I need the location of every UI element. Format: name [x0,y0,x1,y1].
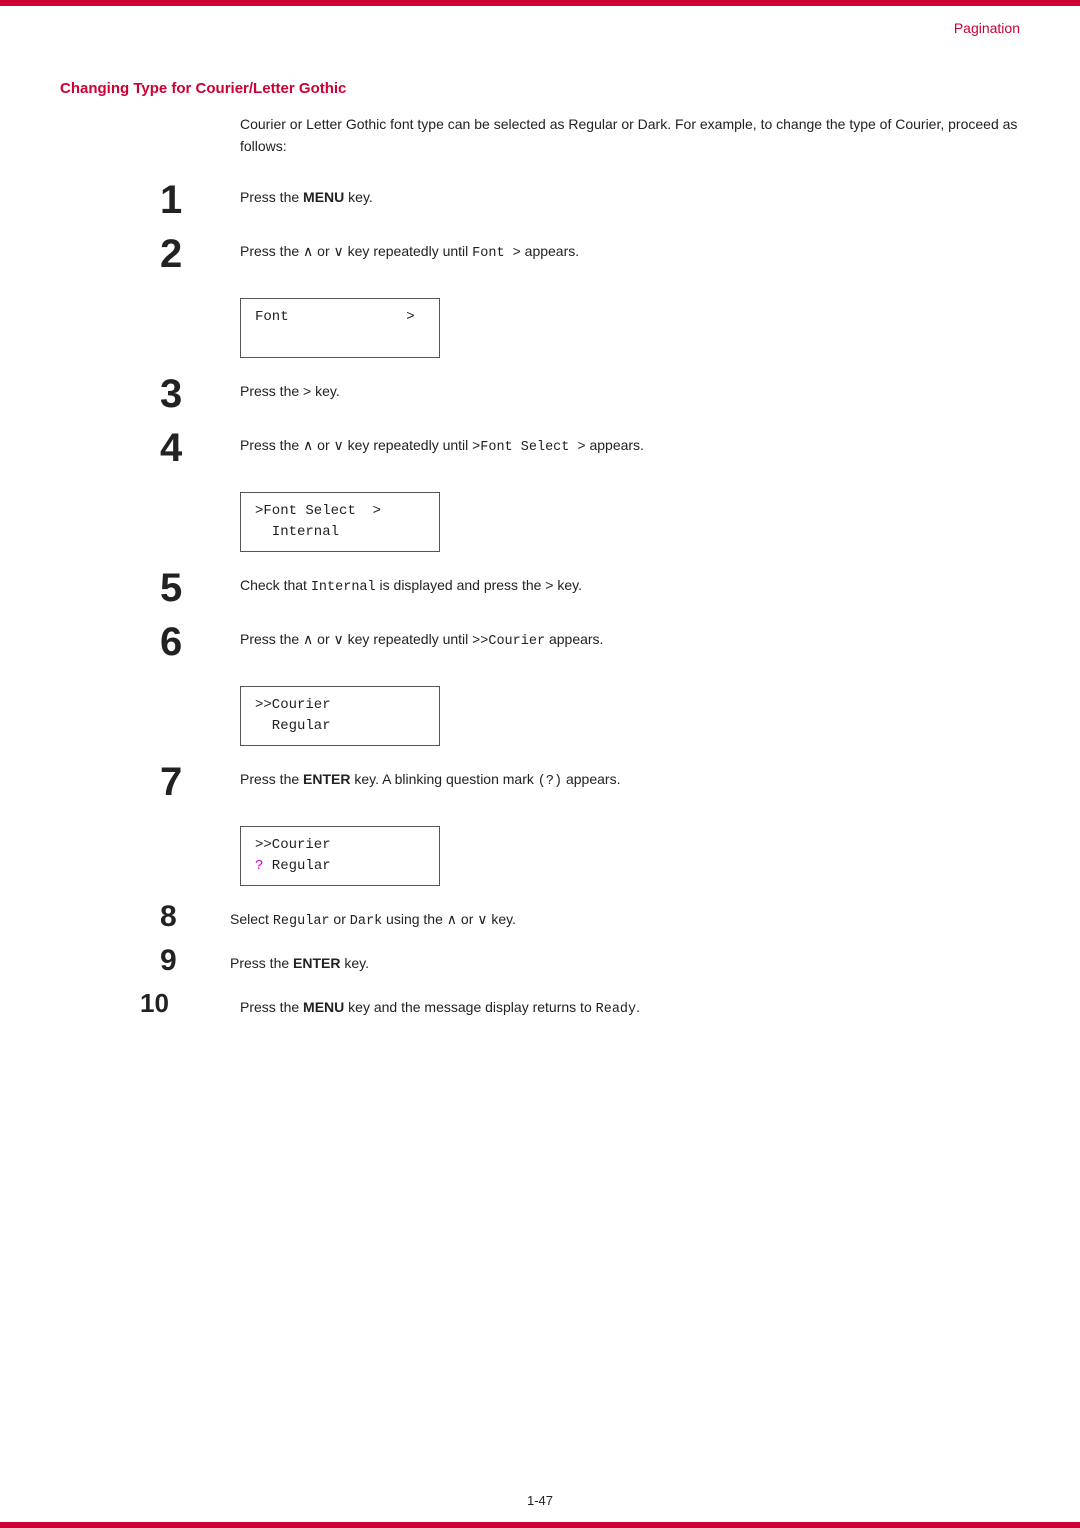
step-1-content: Press the MENU key. [240,180,1020,208]
step-9-number: 9 [160,946,210,976]
step-7-lcd-line2: ? Regular [255,856,425,877]
step-9-content: Press the ENTER key. [230,946,1020,974]
step-4-lcd-line2: Internal [255,522,425,543]
step-4-row: 4 Press the ∧ or ∨ key repeatedly until … [60,428,1020,468]
step-4-lcd-line1: >Font Select > [255,501,425,522]
header-pagination: Pagination [954,20,1020,36]
step-7-lcd: >>Courier ? Regular [240,826,440,886]
step-2-number: 2 [160,234,220,274]
step-7-number: 7 [160,762,220,802]
step-2-lcd-line2 [255,328,425,349]
step-7-lcd-line1: >>Courier [255,835,425,856]
step-4-code: >Font Select > [472,440,585,455]
step-2-lcd-line1: Font > [255,307,425,328]
step-10-number: 10 [140,990,220,1016]
step-6-content: Press the ∧ or ∨ key repeatedly until >>… [240,622,1020,653]
step-3-row: 3 Press the > key. [60,374,1020,414]
section-title: Changing Type for Courier/Letter Gothic [60,80,1020,97]
step-4-content: Press the ∧ or ∨ key repeatedly until >F… [240,428,1020,459]
step-1-row: 1 Press the MENU key. [60,180,1020,220]
step-2-row: 2 Press the ∧ or ∨ key repeatedly until … [60,234,1020,274]
step-7-enter-key: ENTER [303,771,350,787]
step-7-lcd-wrapper: >>Courier ? Regular [240,816,1020,892]
step-2-lcd-wrapper: Font > [240,288,1020,364]
step-10-menu-key: MENU [303,999,344,1015]
step-8-code1: Regular [273,914,330,929]
step-4-lcd: >Font Select > Internal [240,492,440,552]
step-9-enter-key: ENTER [293,955,340,971]
step-3-content: Press the > key. [240,374,1020,402]
step-4-lcd-wrapper: >Font Select > Internal [240,482,1020,558]
step-5-content: Check that Internal is displayed and pre… [240,568,1020,599]
step-10-content: Press the MENU key and the message displ… [240,990,1020,1021]
step-2-lcd: Font > [240,298,440,358]
step-8-content: Select Regular or Dark using the ∧ or ∨ … [230,902,1020,933]
step-4-number: 4 [160,428,220,468]
step-2-code: Font > [472,246,521,261]
main-content: Changing Type for Courier/Letter Gothic … [60,80,1020,1488]
bottom-bar [0,1522,1080,1528]
step-6-lcd-wrapper: >>Courier Regular [240,676,1020,752]
step-6-code: >>Courier [472,634,545,649]
step-9-row: 9 Press the ENTER key. [60,946,1020,976]
step-7-code: (?) [538,774,562,789]
step-6-row: 6 Press the ∧ or ∨ key repeatedly until … [60,622,1020,662]
step-7-cursor: ? [255,858,263,874]
step-1-menu-key: MENU [303,189,344,205]
step-7-content: Press the ENTER key. A blinking question… [240,762,1020,793]
step-10-code: Ready [596,1002,637,1017]
page-number: 1-47 [527,1493,553,1508]
intro-text: Courier or Letter Gothic font type can b… [240,113,1020,158]
step-6-lcd-line2: Regular [255,716,425,737]
step-3-number: 3 [160,374,220,414]
top-bar [0,0,1080,6]
step-6-lcd: >>Courier Regular [240,686,440,746]
step-5-number: 5 [160,568,220,608]
step-8-number: 8 [160,902,210,932]
step-8-code2: Dark [350,914,382,929]
step-6-lcd-line1: >>Courier [255,695,425,716]
step-5-row: 5 Check that Internal is displayed and p… [60,568,1020,608]
step-5-code: Internal [311,580,376,595]
step-10-row: 10 Press the MENU key and the message di… [60,990,1020,1021]
step-6-number: 6 [160,622,220,662]
step-1-number: 1 [160,180,220,220]
step-7-row: 7 Press the ENTER key. A blinking questi… [60,762,1020,802]
pagination-label: Pagination [954,20,1020,36]
step-8-row: 8 Select Regular or Dark using the ∧ or … [60,902,1020,933]
step-2-content: Press the ∧ or ∨ key repeatedly until Fo… [240,234,1020,265]
